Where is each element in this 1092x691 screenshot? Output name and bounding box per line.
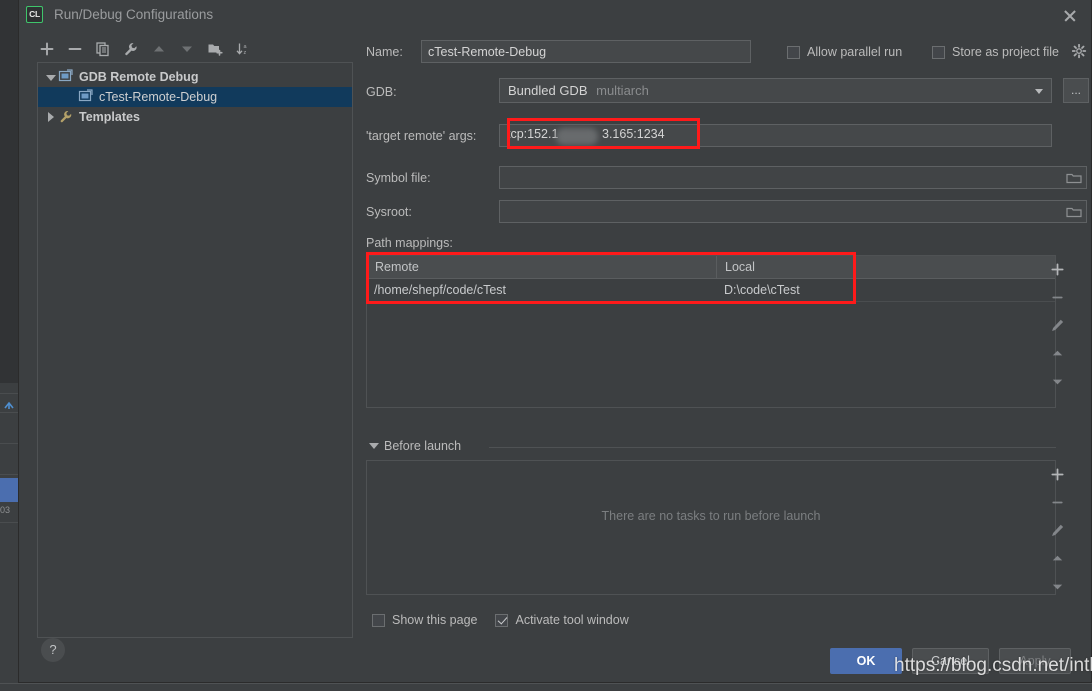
name-input[interactable] xyxy=(421,40,751,63)
folder-browse-icon[interactable] xyxy=(1064,202,1085,223)
pencil-icon[interactable] xyxy=(1046,311,1068,339)
before-launch-empty-message: There are no tasks to run before launch xyxy=(601,509,821,523)
background-bottom-divider xyxy=(0,683,1092,684)
path-mappings-table[interactable]: Remote Local /home/shepf/code/cTest D:\c… xyxy=(366,255,1056,408)
dialog-titlebar: CL Run/Debug Configurations xyxy=(19,0,1091,31)
add-configuration-button[interactable] xyxy=(33,37,61,61)
wrench-icon xyxy=(58,109,76,125)
background-line-number: 03 xyxy=(0,505,11,515)
copy-configuration-button[interactable] xyxy=(89,37,117,61)
remove-configuration-button[interactable] xyxy=(61,37,89,61)
gdb-label: GDB: xyxy=(366,85,397,99)
background-selected-line xyxy=(0,478,18,502)
pencil-icon[interactable] xyxy=(1046,516,1068,544)
before-launch-title: Before launch xyxy=(384,439,462,453)
add-task-button[interactable] xyxy=(1046,460,1068,488)
move-mapping-up-button[interactable] xyxy=(1046,339,1068,367)
show-this-page-label: Show this page xyxy=(392,613,478,627)
activate-tool-window-label: Activate tool window xyxy=(515,613,629,627)
name-label: Name: xyxy=(366,45,403,59)
watermark-text: https://blog.csdn.net/inthat xyxy=(894,655,1092,676)
gdb-select[interactable]: Bundled GDB multiarch xyxy=(499,78,1052,103)
table-row[interactable]: /home/shepf/code/cTest D:\code\cTest xyxy=(367,279,1055,302)
tree-node-label: GDB Remote Debug xyxy=(79,70,199,84)
chevron-right-icon[interactable] xyxy=(44,110,58,124)
sysroot-input[interactable] xyxy=(499,200,1087,223)
name-label-text: Name: xyxy=(366,45,403,59)
tree-node-ctest-remote-debug[interactable]: cTest-Remote-Debug xyxy=(38,87,352,107)
folder-browse-icon[interactable] xyxy=(1064,168,1085,189)
before-launch-side-toolbar xyxy=(1045,460,1069,600)
folder-add-icon[interactable] xyxy=(201,37,229,61)
help-button[interactable]: ? xyxy=(41,638,65,662)
target-remote-args-value-suffix: 3.165:1234 xyxy=(602,127,665,141)
close-icon[interactable] xyxy=(1061,7,1079,25)
target-remote-args-label: 'target remote' args: xyxy=(366,129,477,143)
screen-root: 03 CL Run/Debug Configurations a z GDB R… xyxy=(0,0,1092,691)
cell-remote-path: /home/shepf/code/cTest xyxy=(374,283,507,297)
svg-text:z: z xyxy=(244,50,247,56)
checkbox-box xyxy=(787,45,800,59)
chevron-down-icon[interactable] xyxy=(369,443,379,449)
before-launch-header[interactable]: Before launch xyxy=(366,438,1056,456)
background-bottom-bar xyxy=(0,683,1092,691)
checkbox-box xyxy=(372,613,385,627)
redacted-region xyxy=(556,128,598,145)
add-mapping-button[interactable] xyxy=(1046,255,1068,283)
wrench-icon[interactable] xyxy=(117,37,145,61)
gdb-selected-suffix: multiarch xyxy=(596,83,649,98)
column-header-remote[interactable]: Remote xyxy=(367,256,717,278)
chevron-down-icon xyxy=(1035,89,1043,94)
sort-az-icon[interactable]: a z xyxy=(229,37,257,61)
remove-task-button[interactable] xyxy=(1046,488,1068,516)
tree-node-label: cTest-Remote-Debug xyxy=(99,90,218,104)
allow-parallel-run-checkbox[interactable]: Allow parallel run xyxy=(787,45,902,59)
tree-node-label: Templates xyxy=(79,110,140,124)
show-this-page-checkbox[interactable]: Show this page xyxy=(372,613,477,627)
ok-button[interactable]: OK xyxy=(830,648,902,674)
cell-local-path: D:\code\cTest xyxy=(724,283,800,297)
move-up-button[interactable] xyxy=(145,37,173,61)
gear-icon[interactable] xyxy=(1071,43,1087,64)
checkbox-box xyxy=(495,613,509,627)
footer-options: Show this page Activate tool window xyxy=(372,613,629,627)
gdb-browse-button[interactable]: ... xyxy=(1063,78,1089,103)
path-mappings-side-toolbar xyxy=(1045,255,1069,395)
chevron-down-icon[interactable] xyxy=(44,70,58,84)
move-task-down-button[interactable] xyxy=(1046,572,1068,600)
clion-logo-icon: CL xyxy=(26,6,43,23)
configurations-toolbar: a z xyxy=(33,36,351,62)
path-mappings-label: Path mappings: xyxy=(366,236,453,250)
target-remote-args-input[interactable]: tcp:152.1 3.165:1234 xyxy=(499,124,1052,147)
store-as-project-file-label: Store as project file xyxy=(952,45,1059,59)
remote-debug-icon xyxy=(78,89,96,105)
tree-node-templates[interactable]: Templates xyxy=(38,107,352,127)
remove-mapping-button[interactable] xyxy=(1046,283,1068,311)
run-debug-configurations-dialog: CL Run/Debug Configurations a z GDB Remo… xyxy=(18,0,1092,683)
symbol-file-label: Symbol file: xyxy=(366,171,431,185)
before-launch-task-list[interactable]: There are no tasks to run before launch xyxy=(366,460,1056,595)
symbol-file-input[interactable] xyxy=(499,166,1087,189)
dialog-title: Run/Debug Configurations xyxy=(54,7,214,22)
background-editor-gutter: 03 xyxy=(0,0,18,691)
target-remote-args-value-prefix: tcp:152.1 xyxy=(507,127,559,141)
move-mapping-down-button[interactable] xyxy=(1046,367,1068,395)
activate-tool-window-checkbox[interactable]: Activate tool window xyxy=(495,613,629,627)
sysroot-label: Sysroot: xyxy=(366,205,412,219)
store-as-project-file-checkbox[interactable]: Store as project file xyxy=(932,45,1059,59)
background-upload-icon xyxy=(3,398,15,410)
checkbox-box xyxy=(932,45,945,59)
remote-debug-icon xyxy=(58,69,76,85)
table-header-row: Remote Local xyxy=(367,256,1055,279)
move-down-button[interactable] xyxy=(173,37,201,61)
table-empty-area xyxy=(367,302,1055,407)
configurations-tree[interactable]: GDB Remote Debug cTest-Remote-Debug Temp… xyxy=(37,62,353,638)
column-header-local[interactable]: Local xyxy=(717,256,1055,278)
tree-node-gdb-remote-debug[interactable]: GDB Remote Debug xyxy=(38,67,352,87)
allow-parallel-run-label: Allow parallel run xyxy=(807,45,903,59)
before-launch-separator xyxy=(489,447,1056,448)
move-task-up-button[interactable] xyxy=(1046,544,1068,572)
gdb-selected-value: Bundled GDB xyxy=(508,83,588,98)
